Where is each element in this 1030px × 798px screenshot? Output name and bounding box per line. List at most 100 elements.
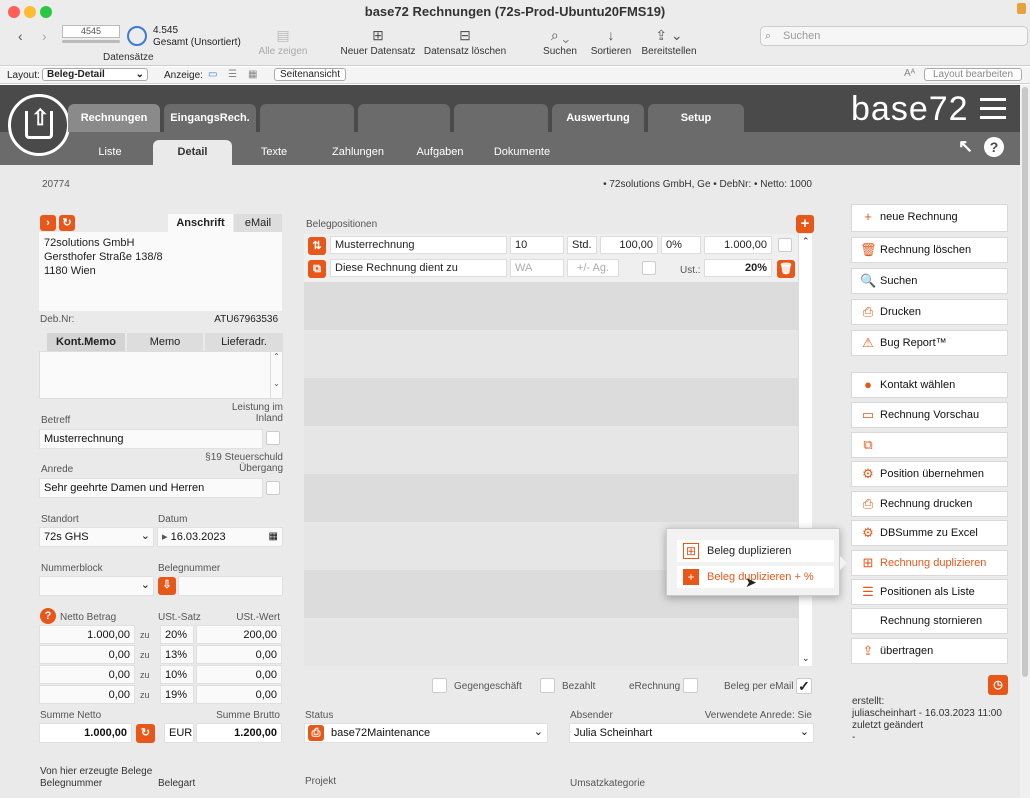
sort-position-button[interactable]: ⇅ — [308, 237, 326, 255]
position-name[interactable]: Musterrechnung — [330, 236, 507, 254]
search-input[interactable]: ⌕ Suchen — [760, 26, 1028, 46]
position-checkbox[interactable] — [778, 238, 792, 252]
tab-empty-1[interactable] — [260, 104, 354, 132]
position-unit-code[interactable]: WA — [510, 259, 564, 277]
datum-input[interactable]: ▸ 16.03.2023 ▦ — [157, 527, 283, 547]
list-view-icon[interactable]: ☰ — [228, 69, 237, 80]
bezahlt-checkbox[interactable] — [540, 678, 555, 693]
leistung-checkbox[interactable] — [266, 431, 280, 445]
subtab-texte[interactable]: Texte — [238, 140, 310, 165]
record-number-input[interactable]: 4545 — [62, 25, 120, 38]
edit-layout-button[interactable]: Layout bearbeiten — [924, 68, 1022, 81]
status-select[interactable]: ⎙ base72Maintenance ⌄ — [304, 723, 548, 743]
table-view-icon[interactable]: ▦ — [248, 69, 257, 80]
positions-scrollbar[interactable]: ⌃ ⌄ — [798, 234, 812, 666]
address-box[interactable]: 72solutions GmbH Gersthofer Straße 138/8… — [39, 232, 282, 311]
refresh-address-button[interactable]: ↻ — [59, 215, 75, 231]
action-12-button[interactable]: ⊞ Rechnung duplizieren — [851, 550, 1008, 576]
action-6-button[interactable]: ● Kontakt wählen — [851, 372, 1008, 398]
copy-position-button[interactable]: ⧉ — [308, 260, 326, 278]
position-ag[interactable]: +/- Ag. — [567, 259, 619, 277]
tab-kont-memo[interactable]: Kont.Memo — [47, 333, 125, 351]
help-icon[interactable]: ? — [40, 608, 56, 624]
recalculate-button[interactable]: ↻ — [136, 724, 155, 743]
position-text[interactable]: Diese Rechnung dient zu — [330, 259, 507, 277]
subtab-detail[interactable]: Detail — [153, 140, 232, 165]
calendar-icon[interactable]: ▦ — [269, 530, 278, 543]
memo-textarea[interactable]: ⌃ ⌄ — [39, 351, 283, 399]
show-all-button[interactable]: ▤ Alle zeigen — [252, 24, 314, 57]
gegengeschaeft-checkbox[interactable] — [432, 678, 447, 693]
help-icon[interactable]: ? — [984, 137, 1004, 157]
tab-empty-3[interactable] — [454, 104, 548, 132]
betreff-input[interactable]: Musterrechnung — [39, 429, 263, 449]
upload-logo-button[interactable]: ⇧ — [8, 94, 70, 156]
form-view-icon[interactable]: ▭ — [208, 69, 217, 80]
delete-position-icon[interactable]: 🗑 — [777, 260, 795, 278]
subtab-zahlungen[interactable]: Zahlungen — [318, 140, 398, 165]
cursor-arrow-icon[interactable]: ↖ — [958, 136, 973, 157]
action-11-button[interactable]: ⚙ DBSumme zu Excel — [851, 520, 1008, 546]
nummerblock-select[interactable]: ⌄ — [39, 576, 154, 596]
position-ust[interactable]: 20% — [704, 259, 772, 277]
standort-select[interactable]: 72s GHS ⌄ — [39, 527, 154, 547]
tab-eingangsrech[interactable]: EingangsRech. — [164, 104, 256, 132]
erechnung-checkbox[interactable] — [683, 678, 698, 693]
share-button[interactable]: ⇪ ⌄ Bereitstellen — [638, 24, 700, 57]
clock-icon[interactable]: ◷ — [988, 675, 1008, 695]
email-checkbox[interactable]: ✓ — [796, 678, 812, 694]
action-5-button[interactable]: ⚠ Bug Report™ — [851, 330, 1008, 356]
position-flag-checkbox[interactable] — [642, 261, 656, 275]
new-record-button[interactable]: ⊞ Neuer Datensatz — [336, 24, 420, 57]
action-4-button[interactable]: ⎙ Drucken — [851, 299, 1008, 325]
duplicate-item[interactable]: ⊞ Beleg duplizieren — [677, 540, 834, 562]
sort-button[interactable]: ↓ Sortieren — [588, 24, 634, 57]
action-3-button[interactable]: 🔍 Suchen — [851, 268, 1008, 294]
subtab-aufgaben[interactable]: Aufgaben — [404, 140, 476, 165]
subtab-dokumente[interactable]: Dokumente — [482, 140, 562, 165]
action-13-button[interactable]: ☰ Positionen als Liste — [851, 579, 1008, 605]
generate-number-button[interactable]: ⇩ — [158, 577, 176, 595]
action-10-button[interactable]: ⎙ Rechnung drucken — [851, 491, 1008, 517]
steuerschuld-checkbox[interactable] — [266, 481, 280, 495]
action-7-button[interactable]: ▭ Rechnung Vorschau — [851, 402, 1008, 428]
back-icon[interactable]: ‹ — [18, 28, 23, 44]
tab-empty-2[interactable] — [358, 104, 450, 132]
anrede-input[interactable]: Sehr geehrte Damen und Herren — [39, 478, 263, 498]
add-position-button[interactable]: + — [796, 215, 814, 233]
window-scrollbar[interactable] — [1020, 85, 1030, 798]
position-qty[interactable]: 10 — [510, 236, 564, 254]
layout-select[interactable]: Beleg-Detail ⌄ — [42, 68, 148, 81]
goto-contact-button[interactable]: › — [40, 215, 56, 231]
netto-row-1[interactable]: 1.000,00 — [39, 625, 135, 644]
page-view-button[interactable]: Seitenansicht — [274, 68, 346, 81]
action-15-button[interactable]: ⇪ übertragen — [851, 638, 1008, 664]
tab-anschrift[interactable]: Anschrift — [168, 214, 233, 232]
tab-lieferadr[interactable]: Lieferadr. — [205, 333, 283, 351]
action-1-button[interactable]: + neue Rechnung — [851, 204, 1008, 232]
action-2-button[interactable]: 🗑 Rechnung löschen — [851, 237, 1008, 263]
memo-scrollbar[interactable]: ⌃ ⌄ — [270, 352, 282, 398]
absender-select[interactable]: Julia Scheinhart ⌄ — [569, 723, 814, 743]
netto-row-2[interactable]: 0,00 — [39, 645, 135, 664]
tab-auswertung[interactable]: Auswertung — [552, 104, 644, 132]
netto-row-3[interactable]: 0,00 — [39, 665, 135, 684]
text-size-icon[interactable]: Aᴬ — [904, 68, 915, 79]
delete-record-button[interactable]: ⊟ Datensatz löschen — [420, 24, 510, 57]
tab-email[interactable]: eMail — [234, 214, 282, 232]
record-slider[interactable] — [62, 40, 120, 43]
subtab-liste[interactable]: Liste — [74, 140, 146, 165]
tab-setup[interactable]: Setup — [648, 104, 744, 132]
position-discount[interactable]: 0% — [661, 236, 701, 254]
belegnummer-input[interactable] — [178, 576, 283, 596]
action-8-button[interactable]: ⧉ — [851, 432, 1008, 458]
forward-icon[interactable]: › — [42, 28, 47, 44]
find-button[interactable]: ⌕ ⌄ Suchen — [538, 24, 582, 57]
action-9-button[interactable]: ⚙ Position übernehmen — [851, 461, 1008, 487]
action-14-button[interactable]: Rechnung stornieren — [851, 608, 1008, 634]
position-price[interactable]: 100,00 — [600, 236, 658, 254]
tab-rechnungen[interactable]: Rechnungen — [68, 104, 160, 132]
tab-memo[interactable]: Memo — [127, 333, 203, 351]
netto-row-4[interactable]: 0,00 — [39, 685, 135, 704]
position-unit[interactable]: Std. — [567, 236, 597, 254]
